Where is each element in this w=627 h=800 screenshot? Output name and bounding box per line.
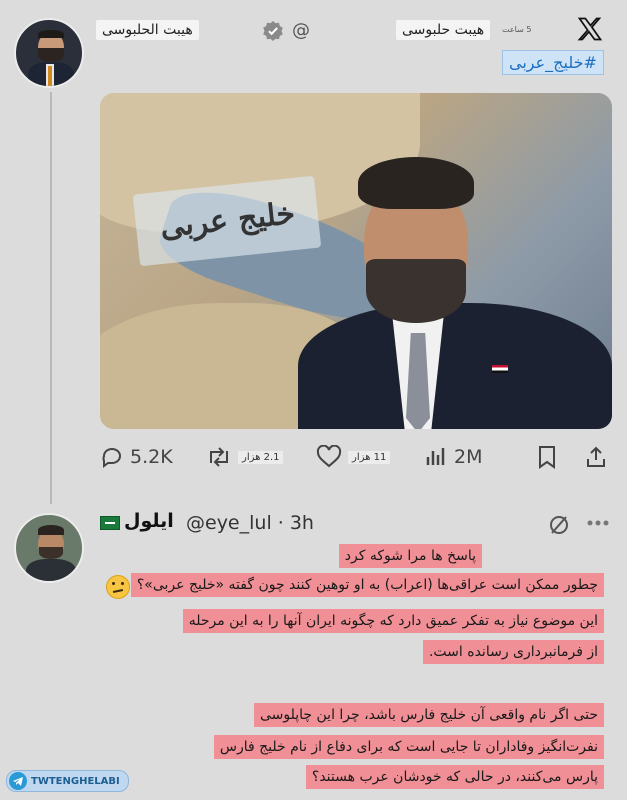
more-icon[interactable]: [584, 514, 612, 532]
mute-icon[interactable]: [546, 512, 572, 538]
reply-display-name[interactable]: ایلول: [124, 510, 174, 532]
retweet-count: 2.1 هزار: [238, 450, 284, 464]
reply-line-1: پاسخ ها مرا شوکه کرد: [338, 544, 482, 568]
reply-handle-time[interactable]: @eye_lul · 3h: [186, 512, 314, 534]
reply-flag-icon: [100, 516, 120, 530]
views-stat[interactable]: 2M: [424, 440, 482, 474]
reply-line-5: حتی اگر نام واقعی آن خلیج فارس باشد، چرا…: [253, 703, 604, 727]
reply-stat[interactable]: 5.2K: [100, 440, 173, 474]
portrait-hair: [358, 157, 474, 209]
x-logo-icon[interactable]: [575, 14, 605, 44]
watermark: TWTENGHELABI: [6, 770, 129, 792]
share-icon[interactable]: [583, 444, 609, 470]
reply-line-6: نفرت‌انگیز وفاداران تا جایی است که برای …: [213, 735, 604, 759]
reply-icon: [100, 445, 124, 469]
reply-author-avatar[interactable]: [14, 513, 84, 583]
thinking-face-icon: [106, 575, 130, 599]
hashtag[interactable]: #خلیج_عربی: [502, 50, 604, 75]
author-display-name[interactable]: هيبت الحلبوسی: [96, 20, 199, 40]
author-avatar[interactable]: [14, 18, 84, 88]
reply-line-7: پارس می‌کنند، در حالی که خودشان عرب هستن…: [305, 765, 604, 789]
reply-line-2: چطور ممکن است عراقی‌ها (اعراب) به او توه…: [130, 573, 604, 597]
like-count: 11 هزار: [348, 450, 391, 464]
retweet-icon: [206, 445, 232, 469]
heart-icon: [316, 445, 342, 469]
portrait-flag-pin: [492, 365, 508, 373]
reply-count: 5.2K: [130, 446, 173, 468]
tweet-media[interactable]: خلیج عربی: [100, 93, 612, 429]
retweet-stat[interactable]: 2.1 هزار: [206, 440, 284, 474]
bookmark-icon[interactable]: [534, 444, 560, 470]
tweet-time: 5 ساعت: [502, 25, 532, 34]
verified-badge-icon: [262, 20, 284, 42]
views-count: 2M: [454, 446, 483, 468]
portrait-suit: [298, 303, 612, 429]
header-author-name: هیبت حلبوسی: [396, 20, 491, 40]
like-stat[interactable]: 11 هزار: [316, 440, 391, 474]
views-icon: [424, 445, 448, 469]
reply-line-3: این موضوع نیاز به تفکر عمیق دارد که چگون…: [182, 609, 604, 633]
watermark-label: TWTENGHELABI: [31, 775, 120, 787]
portrait-beard: [366, 259, 466, 323]
telegram-icon: [9, 772, 27, 790]
author-handle-at[interactable]: @: [292, 20, 310, 41]
reply-line-4: از فرمانبرداری رسانده است.: [422, 640, 604, 664]
thread-line: [50, 92, 52, 504]
